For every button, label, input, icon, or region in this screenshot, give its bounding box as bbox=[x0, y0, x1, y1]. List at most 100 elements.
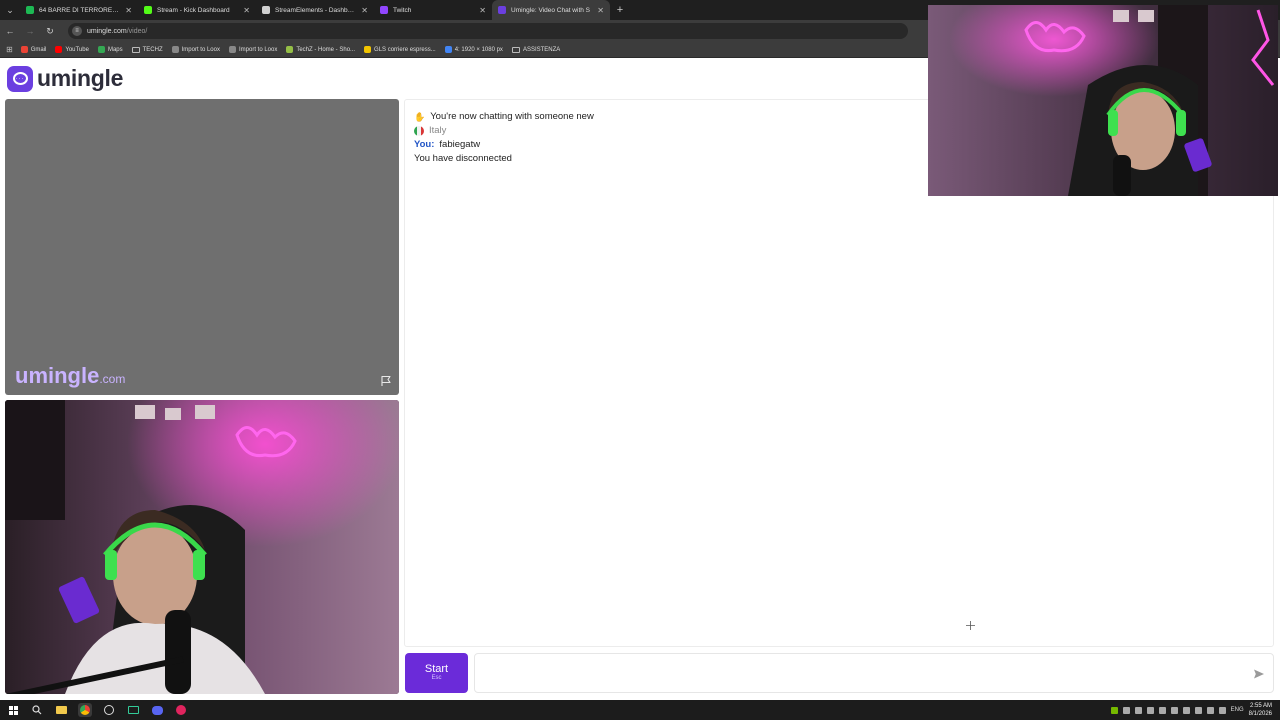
tray-app-icon[interactable] bbox=[1146, 706, 1154, 714]
clock[interactable]: 2:55 AM 8/1/2026 bbox=[1249, 702, 1272, 718]
gls-icon bbox=[364, 46, 372, 53]
folder-icon bbox=[131, 46, 140, 53]
tray-app-icon[interactable] bbox=[1170, 706, 1178, 714]
bookmark-label: ASSISTENZA bbox=[522, 46, 561, 53]
bookmark-label: Import to Loox bbox=[181, 46, 220, 53]
gmail-icon bbox=[20, 46, 28, 53]
video-watermark: umingle.com bbox=[15, 363, 126, 388]
tab-close-icon[interactable]: ✕ bbox=[125, 6, 132, 15]
globe-icon bbox=[228, 46, 236, 53]
browser-tab[interactable]: 64 BARRE DI TERRORE (Re ✕ bbox=[20, 0, 138, 20]
start-button[interactable]: Start Esc bbox=[405, 653, 468, 693]
chrome-icon[interactable] bbox=[78, 703, 92, 717]
bookmark-item[interactable]: ASSISTENZA bbox=[511, 46, 561, 53]
browser-tab[interactable]: Twitch ✕ bbox=[374, 0, 492, 20]
tab-favicon-icon bbox=[144, 6, 152, 14]
you-label: You: bbox=[414, 139, 435, 150]
battery-icon[interactable] bbox=[1218, 706, 1226, 714]
tab-title: 64 BARRE DI TERRORE (Re bbox=[39, 6, 121, 14]
tray-app-icon[interactable] bbox=[1122, 706, 1130, 714]
logo-text: umingle bbox=[37, 65, 124, 91]
record-app-icon[interactable] bbox=[174, 703, 188, 717]
forward-icon[interactable]: → bbox=[24, 26, 36, 36]
reload-icon[interactable]: ↻ bbox=[44, 26, 56, 37]
search-icon[interactable] bbox=[30, 703, 44, 717]
system-tray: ENG 2:55 AM 8/1/2026 bbox=[1110, 700, 1272, 720]
bookmark-label: TechZ - Home - Sho... bbox=[296, 46, 356, 53]
maps-icon bbox=[97, 46, 105, 53]
send-icon[interactable] bbox=[1253, 668, 1265, 680]
browser-tab[interactable]: StreamElements - Dashboard ✕ bbox=[256, 0, 374, 20]
tab-close-icon[interactable]: ✕ bbox=[597, 6, 604, 15]
site-logo[interactable]: ··· umingle bbox=[7, 65, 123, 92]
tray-app-icon[interactable] bbox=[1158, 706, 1166, 714]
bookmark-label: 4: 1920 × 1080 px bbox=[454, 46, 503, 53]
bookmark-label: Gmail bbox=[30, 46, 47, 53]
url-text[interactable]: umingle.com/video/ bbox=[87, 28, 147, 35]
self-video bbox=[5, 400, 399, 694]
terminal-app-icon[interactable] bbox=[126, 703, 140, 717]
browser-tab[interactable]: Umingle: Video Chat with S ✕ bbox=[492, 0, 610, 20]
network-icon[interactable] bbox=[1194, 706, 1202, 714]
chat-bubble-logo-icon: ··· bbox=[7, 65, 33, 92]
report-flag-icon[interactable] bbox=[380, 375, 392, 387]
volume-icon[interactable] bbox=[1206, 706, 1214, 714]
obs-icon[interactable] bbox=[102, 703, 116, 717]
chat-line-own-message: You: fabiegatw bbox=[414, 138, 594, 152]
stranger-video: umingle.com bbox=[5, 99, 399, 395]
webcam-feed-image bbox=[5, 400, 399, 694]
file-explorer-icon[interactable] bbox=[54, 703, 68, 717]
tab-title: Umingle: Video Chat with S bbox=[511, 6, 591, 14]
mouse-cursor-icon bbox=[966, 621, 975, 630]
browser-tab[interactable]: Stream - Kick Dashboard ✕ bbox=[138, 0, 256, 20]
microphone-icon[interactable] bbox=[1182, 706, 1190, 714]
bookmark-item[interactable]: TechZ - Home - Sho... bbox=[286, 46, 355, 53]
bookmark-item[interactable]: TECHZ bbox=[131, 46, 163, 53]
bookmark-item[interactable]: GLS corriere espress... bbox=[364, 46, 436, 53]
tab-favicon-icon bbox=[498, 6, 506, 14]
webcam-overlay-image bbox=[928, 5, 1278, 196]
message-input[interactable] bbox=[475, 654, 1235, 692]
chat-line-intro: ✋ You're now chatting with someone new bbox=[414, 111, 594, 122]
bookmark-label: YouTube bbox=[65, 46, 89, 53]
chat-line-status: You have disconnected bbox=[414, 153, 512, 164]
nvidia-icon[interactable] bbox=[1110, 706, 1118, 714]
tab-favicon-icon bbox=[262, 6, 270, 14]
globe-icon bbox=[171, 46, 179, 53]
address-bar[interactable]: ≡ umingle.com/video/ bbox=[68, 23, 908, 39]
discord-icon[interactable] bbox=[150, 703, 164, 717]
tab-close-icon[interactable]: ✕ bbox=[479, 6, 486, 15]
tab-search-icon[interactable]: ⌄ bbox=[0, 0, 20, 20]
bookmark-label: Maps bbox=[107, 46, 123, 53]
apps-grid-icon[interactable]: ⊞ bbox=[6, 45, 13, 54]
bookmark-label: TECHZ bbox=[142, 46, 163, 53]
message-input-box bbox=[474, 653, 1274, 693]
folder-icon bbox=[511, 46, 520, 53]
youtube-icon bbox=[55, 46, 63, 53]
bookmark-item[interactable]: 4: 1920 × 1080 px bbox=[444, 46, 503, 53]
tab-close-icon[interactable]: ✕ bbox=[361, 6, 368, 15]
windows-start-icon[interactable] bbox=[6, 703, 20, 717]
bookmark-item[interactable]: Import to Loox bbox=[228, 46, 278, 53]
bookmark-label: GLS corriere espress... bbox=[374, 46, 436, 53]
italy-flag-icon bbox=[414, 126, 424, 136]
waving-hand-icon: ✋ bbox=[414, 112, 426, 122]
new-tab-icon[interactable]: + bbox=[610, 4, 630, 16]
back-icon[interactable]: ← bbox=[4, 26, 16, 36]
bookmark-item[interactable]: Import to Loox bbox=[171, 46, 220, 53]
language-indicator[interactable]: ENG bbox=[1231, 707, 1244, 713]
tab-favicon-icon bbox=[380, 6, 388, 14]
site-info-icon[interactable]: ≡ bbox=[72, 26, 82, 36]
bookmark-item[interactable]: Gmail bbox=[20, 46, 47, 53]
tray-app-icon[interactable] bbox=[1134, 706, 1142, 714]
tab-favicon-icon bbox=[26, 6, 34, 14]
tab-title: StreamElements - Dashboard bbox=[275, 6, 357, 14]
windows-taskbar: ENG 2:55 AM 8/1/2026 bbox=[0, 700, 1280, 720]
bookmark-label: Import to Loox bbox=[238, 46, 278, 53]
chat-line-country: Italy bbox=[414, 124, 594, 138]
bookmark-item[interactable]: YouTube bbox=[55, 46, 89, 53]
tab-title: Stream - Kick Dashboard bbox=[157, 6, 230, 14]
bookmark-item[interactable]: Maps bbox=[97, 46, 123, 53]
shopify-icon bbox=[286, 46, 294, 53]
tab-close-icon[interactable]: ✕ bbox=[243, 6, 250, 15]
